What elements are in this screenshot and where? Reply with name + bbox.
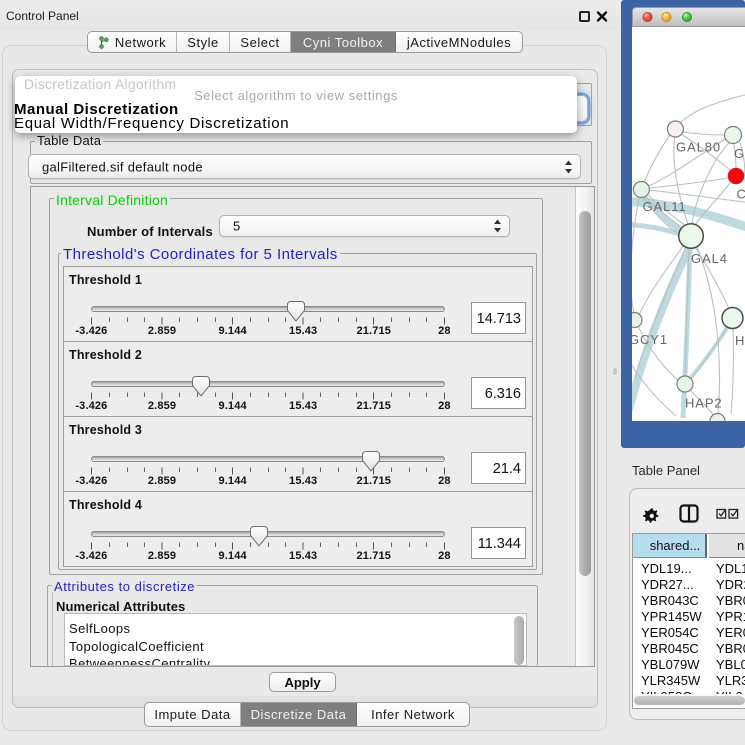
svg-text:H: H: [735, 333, 745, 348]
svg-text:GAL11: GAL11: [643, 199, 687, 214]
svg-text:GCY1: GCY1: [632, 332, 668, 347]
svg-text:HAP2: HAP2: [685, 396, 723, 411]
svg-text:C: C: [737, 187, 745, 202]
svg-text:GAL4: GAL4: [691, 251, 728, 266]
svg-text:G.: G.: [734, 146, 745, 161]
svg-text:GAL80: GAL80: [676, 140, 721, 155]
